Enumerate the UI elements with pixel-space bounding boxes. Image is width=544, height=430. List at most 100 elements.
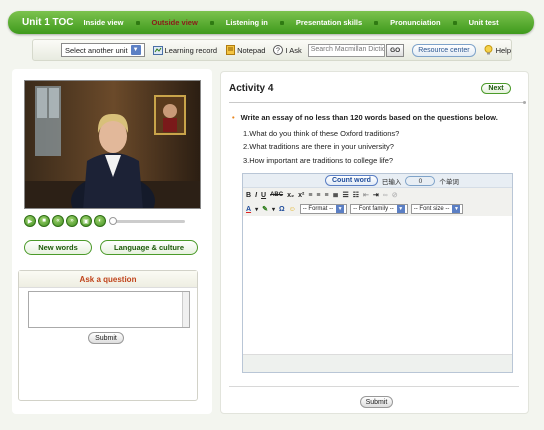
nav-listening-in[interactable]: Listening in: [226, 18, 268, 27]
superscript-icon[interactable]: x²: [298, 192, 304, 199]
svg-text:?: ?: [277, 48, 281, 55]
nav-separator: [374, 20, 379, 25]
nav-presentation-skills[interactable]: Presentation skills: [296, 18, 362, 27]
new-words-button[interactable]: New words: [24, 240, 92, 255]
nav-separator: [135, 20, 140, 25]
textarea-scrollbar[interactable]: [182, 292, 189, 327]
go-button[interactable]: GO: [386, 43, 405, 57]
chevron-down-icon: ▼: [396, 205, 405, 213]
notepad-label: Notepad: [237, 45, 266, 55]
volume-icon[interactable]: ◐: [94, 215, 106, 227]
next-button[interactable]: Next: [481, 83, 511, 94]
essay-text-area[interactable]: [243, 216, 512, 353]
notepad-button[interactable]: Notepad: [225, 45, 265, 55]
chevron-down-icon: ▼: [452, 205, 461, 213]
play-icon[interactable]: ▶: [24, 215, 36, 227]
instruction: • Write an essay of no less than 120 word…: [232, 113, 498, 122]
ask-label: I Ask: [285, 45, 302, 55]
emoticon-icon[interactable]: ☺: [289, 206, 296, 213]
nav-separator: [279, 20, 284, 25]
stop-icon[interactable]: ■: [38, 215, 50, 227]
special-char-icon[interactable]: Ω: [279, 206, 285, 213]
top-nav: Unit 1 TOC Inside view Outside view List…: [8, 11, 534, 34]
align-left-icon[interactable]: ≡: [308, 192, 312, 199]
activity-panel: Activity 4 Next • Write an essay of no le…: [220, 71, 529, 414]
unlink-icon[interactable]: ⊘: [392, 191, 398, 199]
subscript-icon[interactable]: x₂: [287, 192, 294, 199]
learning-record-button[interactable]: Learning record: [152, 45, 218, 55]
nav-separator: [452, 20, 457, 25]
record-icon: [152, 45, 163, 55]
ask-submit-button[interactable]: Submit: [88, 332, 124, 344]
resource-center-button[interactable]: Resource center: [412, 43, 476, 57]
forward-icon[interactable]: »: [66, 215, 78, 227]
learning-record-label: Learning record: [164, 45, 218, 55]
ask-button[interactable]: ? I Ask: [273, 45, 302, 55]
chevron-down-icon: ▼: [336, 205, 345, 213]
justify-icon[interactable]: ≣: [333, 191, 339, 199]
rewind-icon[interactable]: «: [52, 215, 64, 227]
question-icon: ?: [273, 45, 284, 55]
highlight-icon[interactable]: ✎: [262, 205, 268, 213]
strikethrough-icon[interactable]: ABC: [270, 192, 283, 198]
fullscreen-icon[interactable]: ▣: [80, 215, 92, 227]
title-divider: [229, 101, 526, 104]
video-controls: ▶ ■ « » ▣ ◐: [24, 215, 185, 227]
chevron-down-icon: ▼: [130, 45, 141, 55]
numbered-list-icon[interactable]: ☷: [353, 191, 359, 199]
underline-icon[interactable]: U: [261, 192, 266, 199]
nav-separator: [209, 20, 214, 25]
bold-icon[interactable]: B: [246, 192, 251, 199]
font-size-select[interactable]: -- Font size -- ▼: [410, 204, 464, 214]
dictionary-search-input[interactable]: Search Macmillan Dictionary: [307, 43, 386, 57]
video-frame: [25, 81, 200, 208]
instruction-text: Write an essay of no less than 120 words…: [240, 113, 498, 122]
format-select-value: -- Format --: [302, 206, 334, 212]
entered-label: 已输入: [381, 178, 402, 186]
dropdown-arrow-icon[interactable]: ▾: [272, 206, 275, 213]
question-2: 2.What traditions are there in your univ…: [243, 142, 394, 151]
left-panel: ▶ ■ « » ▣ ◐ New words Language & culture…: [12, 69, 212, 414]
word-unit-label: 个单词: [439, 178, 459, 186]
link-icon[interactable]: ∞: [383, 192, 388, 199]
progress-slider[interactable]: [109, 216, 185, 225]
nav-pronunciation[interactable]: Pronunciation: [390, 18, 440, 27]
language-culture-button[interactable]: Language & culture: [100, 240, 198, 255]
nav-unit-test[interactable]: Unit test: [469, 18, 499, 27]
slider-handle[interactable]: [109, 216, 117, 225]
footer-divider: [229, 386, 519, 387]
font-color-icon[interactable]: A: [246, 206, 251, 213]
font-size-select-value: -- Font size --: [413, 206, 450, 212]
format-toolbar-row-2: A ▾ ✎ ▾ Ω ☺ -- Format -- ▼ -- Font family…: [243, 202, 512, 216]
format-select[interactable]: -- Format -- ▼: [299, 204, 348, 214]
help-button[interactable]: Help: [484, 45, 511, 55]
essay-submit-button[interactable]: Submit: [360, 396, 393, 408]
dropdown-arrow-icon[interactable]: ▾: [255, 206, 258, 213]
ask-question-title: Ask a question: [19, 271, 197, 288]
nav-inside-view[interactable]: Inside view: [83, 18, 123, 27]
divider-dot: [523, 101, 526, 104]
video-player[interactable]: [24, 80, 201, 209]
question-textarea[interactable]: [28, 291, 190, 328]
outdent-icon[interactable]: ⇤: [363, 191, 369, 199]
nav-outside-view[interactable]: Outside view: [152, 18, 198, 27]
unit-select[interactable]: Select another unit ▼: [61, 43, 145, 57]
ask-question-box: Ask a question Submit: [18, 270, 198, 401]
notepad-icon: [225, 45, 235, 55]
indent-icon[interactable]: ⇥: [373, 191, 379, 199]
font-family-select[interactable]: -- Font family -- ▼: [350, 204, 408, 214]
count-word-button[interactable]: Count word: [325, 175, 378, 186]
bullet-list-icon[interactable]: ☰: [342, 191, 348, 199]
italic-icon[interactable]: I: [255, 192, 257, 199]
editor-status-bar: [243, 354, 512, 372]
font-family-select-value: -- Font family --: [353, 206, 394, 212]
align-center-icon[interactable]: ≡: [316, 192, 320, 199]
unit-toc-link[interactable]: Unit 1 TOC: [22, 17, 73, 28]
unit-select-value: Select another unit: [65, 45, 128, 55]
word-count-value: 0: [405, 175, 436, 186]
toolbar: Select another unit ▼ Learning record No…: [32, 39, 512, 61]
question-3: 3.How important are traditions to colleg…: [243, 156, 394, 165]
align-right-icon[interactable]: ≡: [325, 192, 329, 199]
format-toolbar-row-1: B I U ABC x₂ x² ≡ ≡ ≡ ≣ ☰ ☷ ⇤ ⇥ ∞ ⊘: [243, 188, 512, 202]
activity-title: Activity 4: [229, 83, 274, 94]
